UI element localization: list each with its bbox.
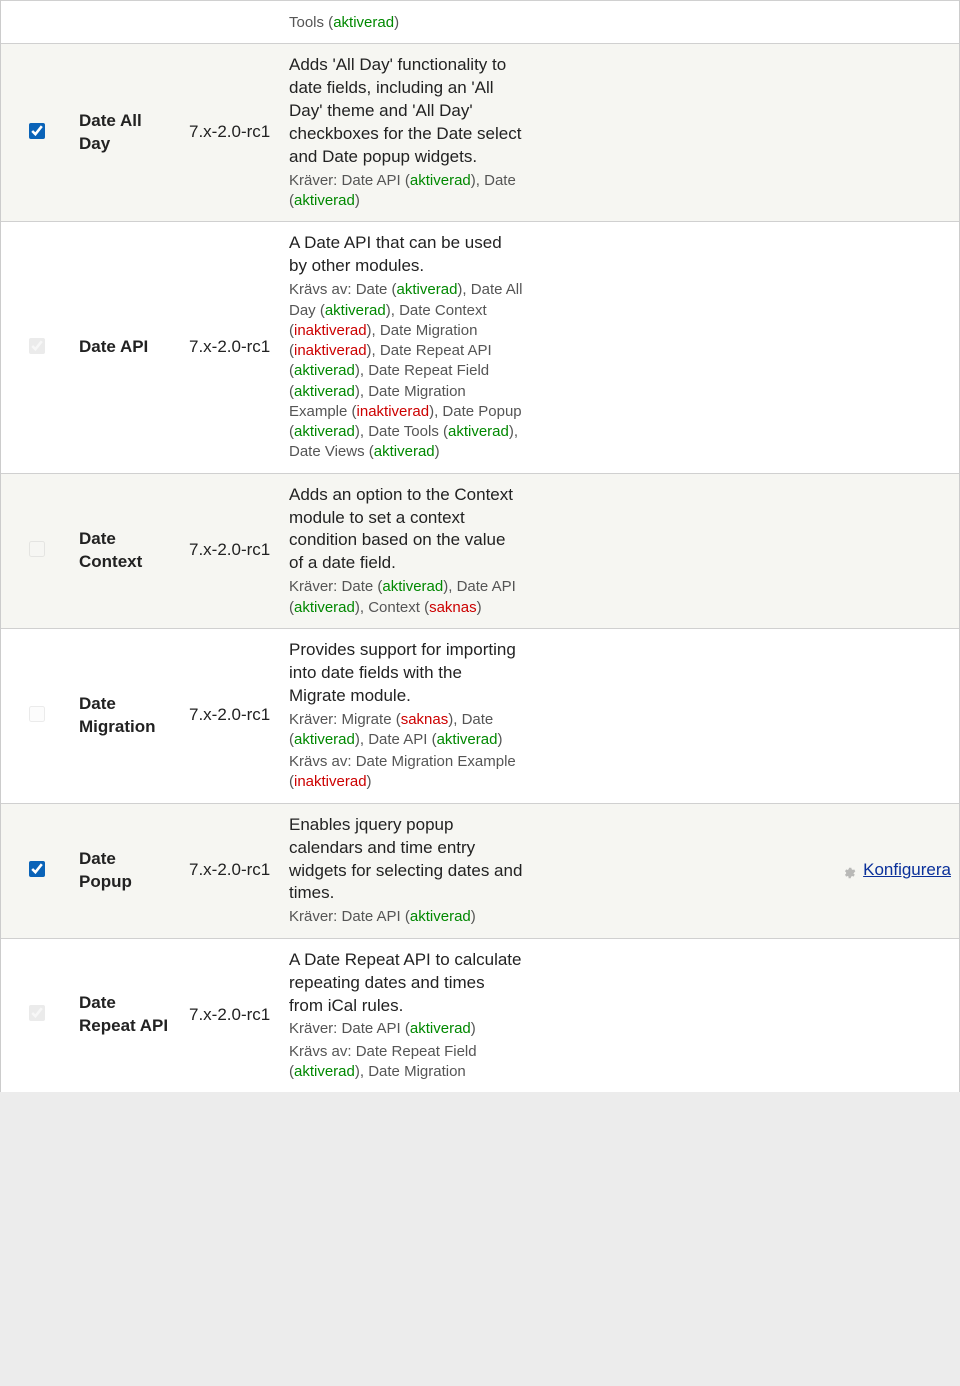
module-version: 7.x-2.0-rc1 (181, 803, 281, 938)
status-text: aktiverad (294, 599, 355, 616)
status-text: aktiverad (397, 281, 458, 298)
module-description: Enables jquery popup calendars and time … (289, 814, 523, 906)
enable-checkbox-date-repeat-api (29, 1005, 45, 1021)
table-row: Date Popup7.x-2.0-rc1Enables jquery popu… (1, 803, 959, 938)
module-name: Date All Day (71, 44, 181, 222)
table-row: Date Migration7.x-2.0-rc1Provides suppor… (1, 628, 959, 803)
status-text: inaktiverad (357, 403, 430, 420)
status-text: aktiverad (294, 731, 355, 748)
module-description: Adds 'All Day' functionality to date fie… (289, 54, 523, 169)
module-version: 7.x-2.0-rc1 (181, 473, 281, 628)
status-text: saknas (429, 599, 477, 616)
configure-link[interactable]: Konfigurera (863, 860, 951, 879)
modules-page: Tools (aktiverad)Date All Day7.x-2.0-rc1… (0, 0, 960, 1092)
module-version: 7.x-2.0-rc1 (181, 222, 281, 473)
status-text: aktiverad (294, 362, 355, 379)
module-name: Date Repeat API (71, 938, 181, 1092)
module-version: 7.x-2.0-rc1 (181, 628, 281, 803)
status-text: aktiverad (410, 172, 471, 189)
requires-block: Kräver: Migrate (saknas), Date (aktivera… (289, 710, 523, 751)
gear-icon (842, 864, 856, 878)
enable-checkbox-date-api (29, 338, 45, 354)
table-row: Date Context7.x-2.0-rc1Adds an option to… (1, 473, 959, 628)
required-by-block: Krävs av: Date Migration Example (inakti… (289, 752, 523, 793)
status-text: aktiverad (294, 1063, 355, 1080)
status-text: aktiverad (325, 302, 386, 319)
requires-block: Kräver: Date API (aktiverad) (289, 1019, 523, 1039)
module-name: Date Migration (71, 628, 181, 803)
module-description: A Date Repeat API to calculate repeating… (289, 949, 523, 1018)
enable-checkbox-date-popup[interactable] (29, 861, 45, 877)
table-row: Tools (aktiverad) (1, 1, 959, 44)
enable-checkbox-date-migration (29, 706, 45, 722)
module-name: Date Popup (71, 803, 181, 938)
enable-checkbox-date-context (29, 541, 45, 557)
status-text: inaktiverad (294, 773, 367, 790)
module-version: 7.x-2.0-rc1 (181, 44, 281, 222)
enable-checkbox-date-all-day[interactable] (29, 123, 45, 139)
requires-block: Kräver: Date API (aktiverad), Date (akti… (289, 171, 523, 212)
status-text: aktiverad (437, 731, 498, 748)
status-text: aktiverad (294, 192, 355, 209)
status-text: aktiverad (333, 14, 394, 31)
module-name: Date Context (71, 473, 181, 628)
requires-block: Kräver: Date API (aktiverad) (289, 907, 523, 927)
modules-table: Tools (aktiverad)Date All Day7.x-2.0-rc1… (1, 0, 959, 1092)
required-by-block: Krävs av: Date (aktiverad), Date All Day… (289, 280, 523, 462)
table-row: Date All Day7.x-2.0-rc1Adds 'All Day' fu… (1, 44, 959, 222)
status-text: inaktiverad (294, 342, 367, 359)
status-text: aktiverad (382, 578, 443, 595)
status-text: aktiverad (448, 423, 509, 440)
required-by-block: Krävs av: Date Repeat Field (aktiverad),… (289, 1042, 523, 1083)
requires-block: Kräver: Date (aktiverad), Date API (akti… (289, 577, 523, 618)
module-description: Adds an option to the Context module to … (289, 484, 523, 576)
status-text: aktiverad (294, 423, 355, 440)
status-text: aktiverad (410, 1020, 471, 1037)
module-version: 7.x-2.0-rc1 (181, 938, 281, 1092)
module-description: Provides support for importing into date… (289, 639, 523, 708)
status-text: inaktiverad (294, 322, 367, 339)
status-text: saknas (401, 711, 449, 728)
table-row: Date API7.x-2.0-rc1A Date API that can b… (1, 222, 959, 473)
dep-fragment: Tools (aktiverad) (289, 13, 523, 33)
status-text: aktiverad (410, 908, 471, 925)
module-description: A Date API that can be used by other mod… (289, 232, 523, 278)
status-text: aktiverad (374, 443, 435, 460)
table-row: Date Repeat API7.x-2.0-rc1A Date Repeat … (1, 938, 959, 1092)
module-name: Date API (71, 222, 181, 473)
status-text: aktiverad (294, 383, 355, 400)
